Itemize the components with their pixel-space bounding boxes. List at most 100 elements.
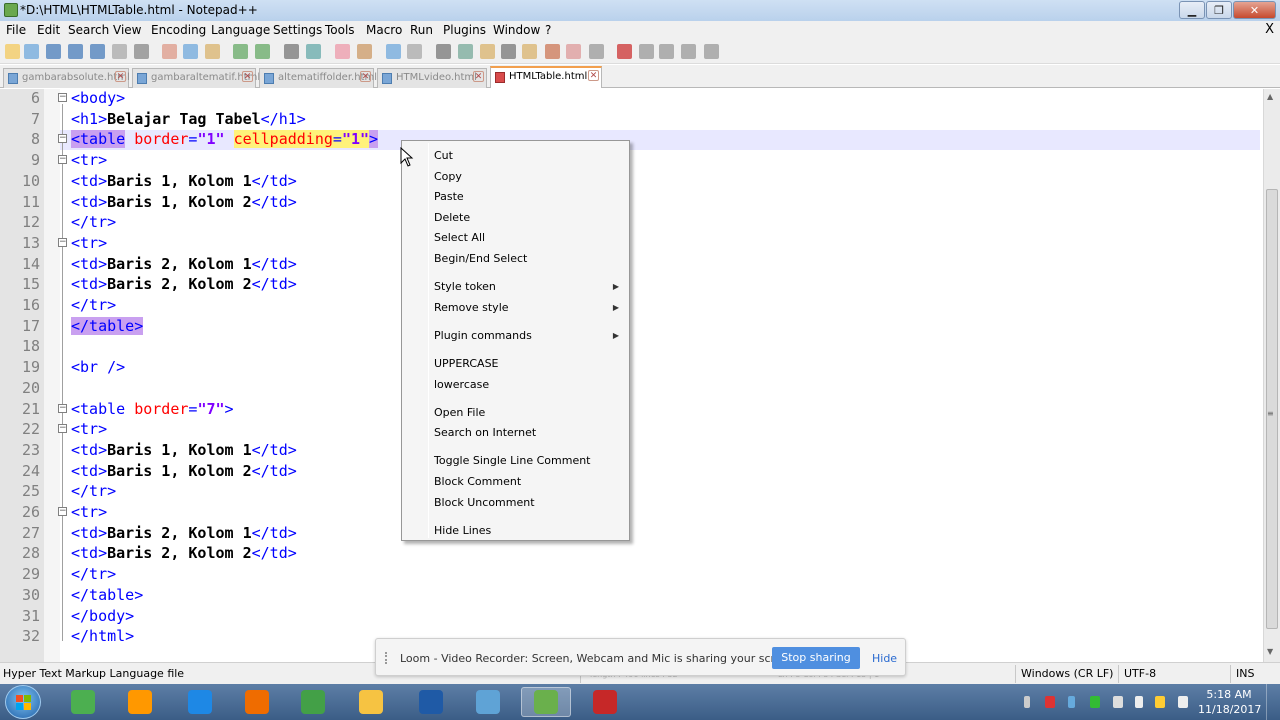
maximize-button[interactable]: ❐	[1206, 1, 1232, 19]
menu-item-plugin-commands[interactable]: Plugin commands	[434, 329, 532, 342]
toolbar-button-icon[interactable]	[522, 44, 537, 59]
toolbar-button-icon[interactable]	[659, 44, 674, 59]
taskbar-app-chrome-alt-icon[interactable]	[58, 687, 108, 717]
toolbar-button-icon[interactable]	[639, 44, 654, 59]
toolbar-button-icon[interactable]	[284, 44, 299, 59]
toolbar-button-icon[interactable]	[24, 44, 39, 59]
menu-item-begin-end-select[interactable]: Begin/End Select	[434, 252, 527, 265]
show-desktop-button[interactable]	[1266, 684, 1280, 720]
drag-handle-icon[interactable]	[385, 652, 391, 664]
tab-gambarabsolute-html[interactable]: gambarabsolute.html ✕	[3, 68, 130, 88]
fold-toggle-icon[interactable]: −	[58, 238, 67, 247]
microphone-icon[interactable]	[1024, 696, 1030, 708]
menu-item-search-on-internet[interactable]: Search on Internet	[434, 426, 536, 439]
fold-toggle-icon[interactable]: −	[58, 93, 67, 102]
menu-item-block-comment[interactable]: Block Comment	[434, 475, 521, 488]
taskbar-app-chrome-icon[interactable]	[288, 687, 338, 717]
toolbar-button-icon[interactable]	[90, 44, 105, 59]
usb-icon[interactable]	[1135, 696, 1143, 708]
fold-toggle-icon[interactable]: −	[58, 134, 67, 143]
toolbar-button-icon[interactable]	[335, 44, 350, 59]
toolbar-button-icon[interactable]	[501, 44, 516, 59]
minimize-button[interactable]: ▁	[1179, 1, 1205, 19]
close-button[interactable]: ✕	[1233, 1, 1276, 19]
menu-tools[interactable]: Tools	[325, 23, 355, 37]
toolbar-button-icon[interactable]	[233, 44, 248, 59]
taskbar-app-file-explorer-icon[interactable]	[346, 687, 396, 717]
toolbar-button-icon[interactable]	[704, 44, 719, 59]
menu-item-delete[interactable]: Delete	[434, 211, 470, 224]
menu-item-cut[interactable]: Cut	[434, 149, 453, 162]
toolbar-button-icon[interactable]	[617, 44, 632, 59]
menu-item-remove-style[interactable]: Remove style	[434, 301, 509, 314]
fold-toggle-icon[interactable]: −	[58, 155, 67, 164]
bluetooth-icon[interactable]	[1068, 696, 1075, 708]
toolbar-button-icon[interactable]	[357, 44, 372, 59]
volume-icon[interactable]	[1178, 696, 1188, 708]
menu-language[interactable]: Language	[211, 23, 270, 37]
toolbar-button-icon[interactable]	[255, 44, 270, 59]
tab-gambaraltematif-html[interactable]: gambaraltematif.html ✕	[132, 68, 260, 88]
menu-plugins[interactable]: Plugins	[443, 23, 486, 37]
stop-sharing-button[interactable]: Stop sharing	[772, 647, 860, 669]
toolbar-button-icon[interactable]	[162, 44, 177, 59]
menu-item-open-file[interactable]: Open File	[434, 406, 485, 419]
menu-item-paste[interactable]: Paste	[434, 190, 464, 203]
toolbar-button-icon[interactable]	[458, 44, 473, 59]
power-icon[interactable]	[1155, 696, 1165, 708]
tab-close-icon[interactable]: ✕	[588, 70, 599, 81]
tab-close-icon[interactable]: ✕	[473, 71, 484, 82]
tab-close-icon[interactable]: ✕	[115, 71, 126, 82]
menu-settings[interactable]: Settings	[273, 23, 322, 37]
menu-item-select-all[interactable]: Select All	[434, 231, 485, 244]
fold-toggle-icon[interactable]: −	[58, 424, 67, 433]
menu-search[interactable]: Search	[68, 23, 109, 37]
fold-toggle-icon[interactable]: −	[58, 507, 67, 516]
menu-file[interactable]: File	[6, 23, 26, 37]
menu-help[interactable]: ?	[545, 23, 551, 37]
menu-item-uppercase[interactable]: UPPERCASE	[434, 357, 499, 370]
taskbar-app-notepad-icon[interactable]	[463, 687, 513, 717]
tab-htmlvideo-html[interactable]: HTMLvideo.html ✕	[377, 68, 487, 88]
menu-edit[interactable]: Edit	[37, 23, 60, 37]
tab-htmltable-html[interactable]: HTMLTable.html ✕	[490, 66, 602, 88]
toolbar-button-icon[interactable]	[134, 44, 149, 59]
menu-view[interactable]: View	[113, 23, 141, 37]
taskbar-app-word-icon[interactable]	[406, 687, 456, 717]
taskbar-app-media-player-icon[interactable]	[115, 687, 165, 717]
menu-encoding[interactable]: Encoding	[151, 23, 206, 37]
start-button[interactable]	[5, 685, 41, 719]
toolbar-button-icon[interactable]	[407, 44, 422, 59]
toolbar-button-icon[interactable]	[5, 44, 20, 59]
menu-item-toggle-single-line-comment[interactable]: Toggle Single Line Comment	[434, 454, 591, 467]
toolbar-button-icon[interactable]	[545, 44, 560, 59]
toolbar-button-icon[interactable]	[589, 44, 604, 59]
menu-macro[interactable]: Macro	[366, 23, 402, 37]
taskbar-app-firefox-icon[interactable]	[232, 687, 282, 717]
fold-toggle-icon[interactable]: −	[58, 404, 67, 413]
menu-window[interactable]: Window	[493, 23, 540, 37]
clock[interactable]: 5:18 AM 11/18/2017	[1198, 687, 1261, 717]
chrome-tray-icon[interactable]	[1090, 696, 1100, 708]
menu-item-block-uncomment[interactable]: Block Uncomment	[434, 496, 535, 509]
vertical-scrollbar[interactable]: ▲ ≡ ▼	[1263, 89, 1280, 662]
menu-item-style-token[interactable]: Style token	[434, 280, 496, 293]
tab-altematiffolder-html[interactable]: altematiffolder.html ✕	[259, 68, 377, 88]
menu-run[interactable]: Run	[410, 23, 433, 37]
toolbar-button-icon[interactable]	[681, 44, 696, 59]
tab-close-icon[interactable]: ✕	[360, 71, 371, 82]
taskbar-app-notepadpp-icon[interactable]	[521, 687, 571, 717]
tab-close-icon[interactable]: ✕	[242, 71, 253, 82]
toolbar-button-icon[interactable]	[112, 44, 127, 59]
toolbar-button-icon[interactable]	[386, 44, 401, 59]
toolbar-button-icon[interactable]	[480, 44, 495, 59]
scroll-down-icon[interactable]: ▼	[1267, 647, 1273, 656]
toolbar-button-icon[interactable]	[68, 44, 83, 59]
toolbar-button-icon[interactable]	[183, 44, 198, 59]
toolbar-button-icon[interactable]	[436, 44, 451, 59]
toolbar-button-icon[interactable]	[566, 44, 581, 59]
taskbar-app-internet-explorer-icon[interactable]	[175, 687, 225, 717]
acrobat-tray-icon[interactable]	[1045, 696, 1055, 708]
toolbar-button-icon[interactable]	[205, 44, 220, 59]
toolbar-button-icon[interactable]	[306, 44, 321, 59]
